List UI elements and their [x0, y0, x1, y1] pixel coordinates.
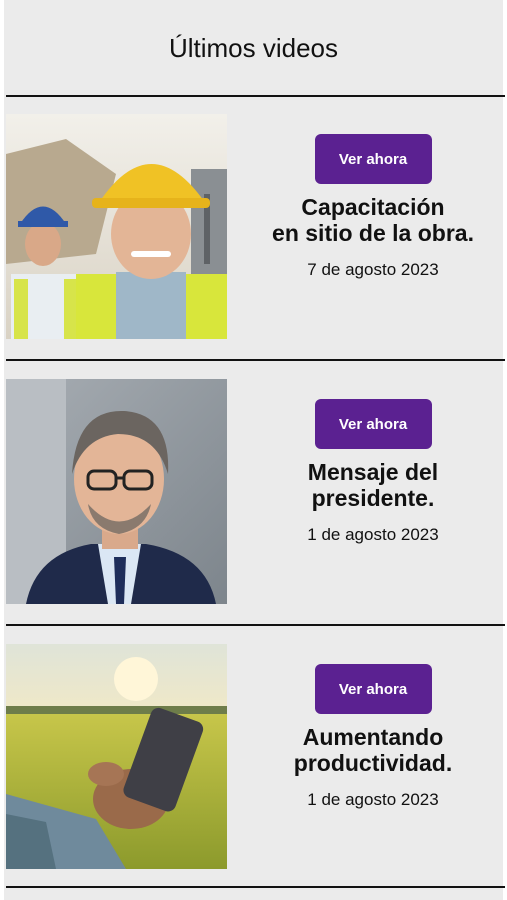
videos-panel: Últimos videos Ver ahora Capacitación en… [4, 0, 505, 900]
video-thumbnail-construction[interactable] [6, 114, 227, 339]
video-title-line: en sitio de la obra. [272, 220, 474, 246]
video-thumbnail-farm[interactable] [6, 644, 227, 869]
video-thumbnail-president[interactable] [6, 379, 227, 604]
video-info: Ver ahora Aumentando productividad. 1 de… [249, 664, 497, 810]
video-title-line: Aumentando [302, 724, 444, 750]
video-date: 1 de agosto 2023 [307, 790, 439, 809]
video-info: Ver ahora Mensaje del presidente. 1 de a… [249, 399, 497, 545]
video-title: Capacitación en sitio de la obra. [272, 194, 474, 246]
video-title: Aumentando productividad. [294, 724, 452, 776]
video-info: Ver ahora Capacitación en sitio de la ob… [249, 134, 497, 280]
video-title-line: productividad. [293, 750, 453, 776]
video-card: Ver ahora Capacitación en sitio de la ob… [4, 97, 503, 359]
divider [6, 359, 505, 361]
divider [6, 886, 505, 888]
video-date: 1 de agosto 2023 [307, 525, 439, 544]
video-card: Ver ahora Mensaje del presidente. 1 de a… [4, 362, 503, 624]
video-title: Mensaje del presidente. [308, 459, 438, 511]
video-title-line: presidente. [311, 485, 435, 511]
video-date: 7 de agosto 2023 [307, 260, 439, 279]
video-title-line: Mensaje del [307, 459, 439, 485]
divider [6, 624, 505, 626]
watch-now-button[interactable]: Ver ahora [314, 399, 432, 449]
video-card: Ver ahora Aumentando productividad. 1 de… [4, 627, 503, 889]
watch-now-button[interactable]: Ver ahora [314, 134, 432, 184]
video-title-line: Capacitación [301, 194, 445, 220]
watch-now-button[interactable]: Ver ahora [314, 664, 432, 714]
section-title: Últimos videos [168, 32, 339, 63]
